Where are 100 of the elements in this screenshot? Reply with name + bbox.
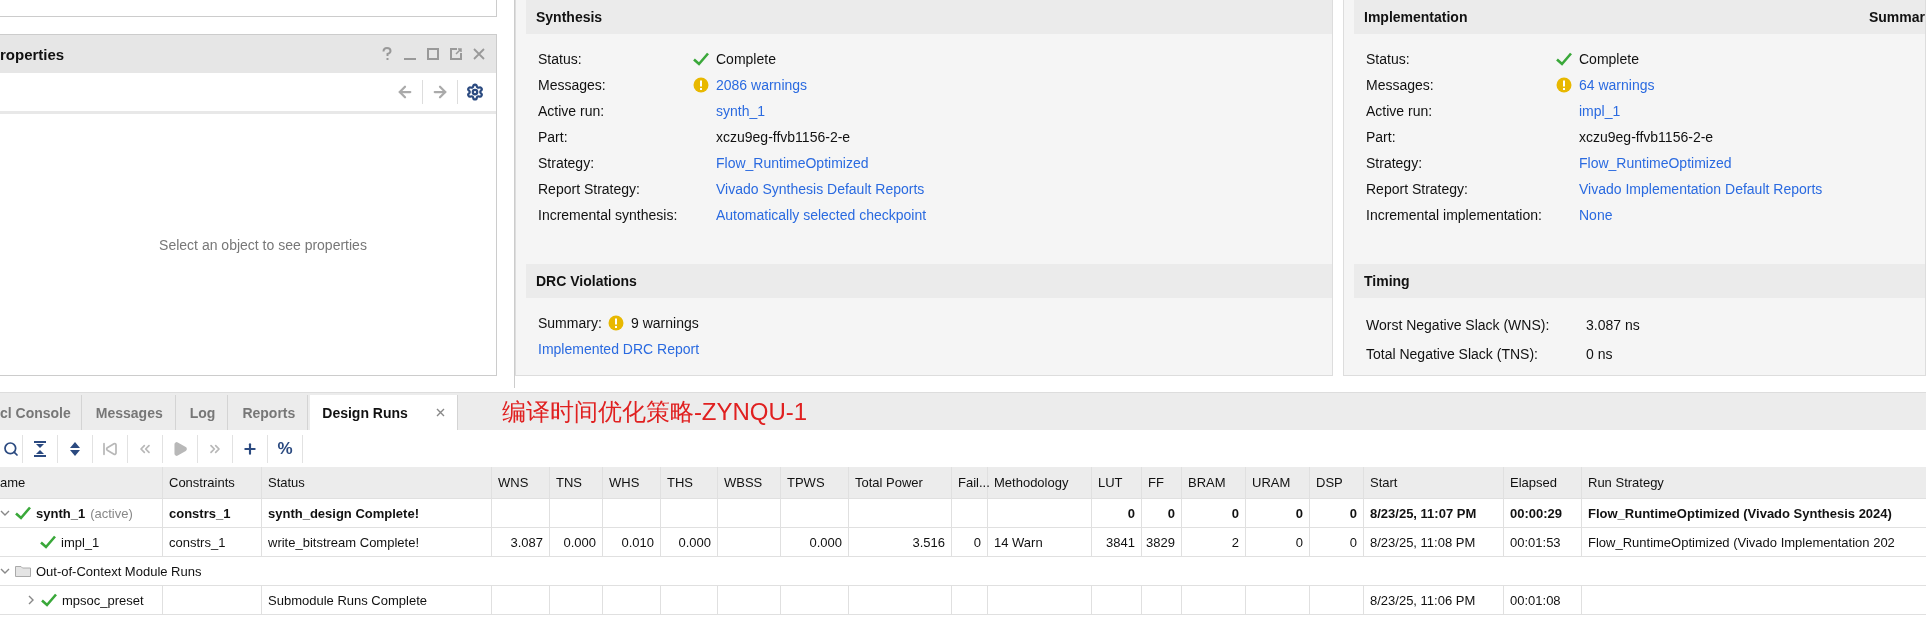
table-cell: 0.000 xyxy=(563,534,596,550)
field-label: Status: xyxy=(538,51,583,67)
value-link[interactable]: 2086 warnings xyxy=(716,77,808,93)
column-header[interactable]: Run Strategy xyxy=(1582,467,1926,498)
value-link[interactable]: None xyxy=(1579,207,1613,223)
column-header[interactable]: THS xyxy=(661,467,718,498)
table-cell: 00:01:53 xyxy=(1510,534,1561,550)
field-value: 3.087 ns xyxy=(1586,316,1640,333)
field-label: Messages: xyxy=(1366,77,1435,93)
column-header[interactable]: Status xyxy=(262,467,492,498)
add-icon[interactable] xyxy=(242,440,258,457)
column-header[interactable]: FF xyxy=(1142,467,1182,498)
value-link[interactable]: impl_1 xyxy=(1579,103,1621,119)
table-cell: 00:00:29 xyxy=(1510,505,1563,521)
check-icon xyxy=(15,506,31,520)
column-header[interactable]: Elapsed xyxy=(1504,467,1582,498)
value-link[interactable]: Flow_RuntimeOptimized xyxy=(716,155,869,171)
field-label: Part: xyxy=(1366,129,1397,145)
table-cell: 3829 xyxy=(1146,534,1175,550)
run-name: synth_1 xyxy=(36,505,86,521)
column-header[interactable]: ame xyxy=(0,467,163,498)
column-header[interactable]: TNS xyxy=(550,467,603,498)
column-header[interactable]: WHS xyxy=(603,467,661,498)
settings-icon[interactable] xyxy=(466,83,484,101)
table-cell: write_bitstream Complete! xyxy=(268,534,419,550)
help-icon[interactable] xyxy=(380,47,394,61)
back-icon[interactable] xyxy=(396,83,414,101)
panel-tab[interactable]: cl Console xyxy=(0,395,82,430)
field-label: Status: xyxy=(1366,51,1411,67)
column-header[interactable]: WNS xyxy=(492,467,550,498)
field-label: Report Strategy: xyxy=(538,181,641,197)
float-icon[interactable] xyxy=(449,47,463,61)
field-label: Strategy: xyxy=(538,155,596,171)
annotation-text: 编译时间优化策略-ZYNQU-1 xyxy=(501,396,808,427)
warning-icon xyxy=(608,315,624,331)
column-header[interactable]: WBSS xyxy=(718,467,781,498)
column-header[interactable]: DSP xyxy=(1310,467,1364,498)
table-cell: 0 xyxy=(1167,505,1175,521)
value-link[interactable]: Vivado Synthesis Default Reports xyxy=(716,181,925,197)
collapse-all-icon[interactable] xyxy=(33,440,47,457)
table-cell: 0 xyxy=(1349,534,1357,550)
column-header[interactable]: TPWS xyxy=(781,467,849,498)
field-label: Part: xyxy=(538,129,569,145)
warning-icon xyxy=(693,77,709,93)
maximize-icon[interactable] xyxy=(426,47,440,61)
table-cell: 0 xyxy=(1231,505,1239,521)
column-header[interactable]: Total Power xyxy=(849,467,952,498)
field-value: 9 warnings xyxy=(631,315,699,331)
value-link[interactable]: Flow_RuntimeOptimized xyxy=(1579,155,1732,171)
field-label: Active run: xyxy=(1366,103,1434,119)
table-cell: 14 Warn xyxy=(994,534,1043,550)
field-label: Report Strategy: xyxy=(1366,181,1469,197)
caret-icon[interactable] xyxy=(26,595,36,605)
panel-tab[interactable]: Design Runs xyxy=(310,395,458,430)
forward-icon[interactable] xyxy=(431,83,449,101)
close-icon[interactable] xyxy=(435,408,445,417)
check-icon xyxy=(40,535,56,549)
table-cell: 8/23/25, 11:06 PM xyxy=(1370,592,1476,608)
expand-all-icon[interactable] xyxy=(68,440,82,457)
empty-message: Select an object to see properties xyxy=(158,236,367,253)
field-label: Strategy: xyxy=(1366,155,1424,171)
close-icon[interactable] xyxy=(472,47,486,61)
column-header[interactable]: Fail... xyxy=(952,467,988,498)
column-header[interactable]: Constraints xyxy=(163,467,262,498)
table-cell: 0 xyxy=(1349,505,1357,521)
field-label: Incremental synthesis: xyxy=(538,207,679,223)
check-icon xyxy=(693,52,709,66)
table-cell: 0 xyxy=(1127,505,1135,521)
field-label: Incremental implementation: xyxy=(1366,207,1543,223)
table-cell: Submodule Runs Complete xyxy=(268,592,427,608)
field-label: Active run: xyxy=(538,103,606,119)
panel-title: roperties xyxy=(0,45,65,63)
field-value: Complete xyxy=(1579,51,1639,67)
field-value: Complete xyxy=(716,51,776,67)
check-icon xyxy=(41,593,57,607)
section-header: Timing xyxy=(1354,264,1925,298)
field-value: 0 ns xyxy=(1586,345,1613,362)
warning-icon xyxy=(1556,77,1572,93)
table-cell: 0.000 xyxy=(809,534,842,550)
table-cell: 3.516 xyxy=(912,534,945,550)
value-link[interactable]: 64 warnings xyxy=(1579,77,1655,93)
field-label: Total Negative Slack (TNS): xyxy=(1366,345,1539,362)
run-name: mpsoc_preset xyxy=(62,592,144,608)
caret-icon[interactable] xyxy=(0,508,10,518)
search-icon[interactable] xyxy=(3,440,19,457)
report-link[interactable]: Implemented DRC Report xyxy=(538,341,700,357)
table-cell: constrs_1 xyxy=(169,534,226,550)
field-label: Messages: xyxy=(538,77,607,93)
caret-icon[interactable] xyxy=(0,566,10,576)
column-header[interactable]: URAM xyxy=(1246,467,1310,498)
percent-button[interactable]: % xyxy=(268,434,303,463)
column-header[interactable]: Start xyxy=(1364,467,1504,498)
column-header[interactable]: Methodology xyxy=(988,467,1092,498)
column-header[interactable]: LUT xyxy=(1092,467,1142,498)
table-cell: 0 xyxy=(1295,534,1303,550)
value-link[interactable]: Vivado Implementation Default Reports xyxy=(1579,181,1823,197)
field-value: xczu9eg-ffvb1156-2-e xyxy=(716,129,851,145)
column-header[interactable]: BRAM xyxy=(1182,467,1246,498)
value-link[interactable]: synth_1 xyxy=(716,103,766,119)
value-link[interactable]: Automatically selected checkpoint xyxy=(716,207,927,223)
